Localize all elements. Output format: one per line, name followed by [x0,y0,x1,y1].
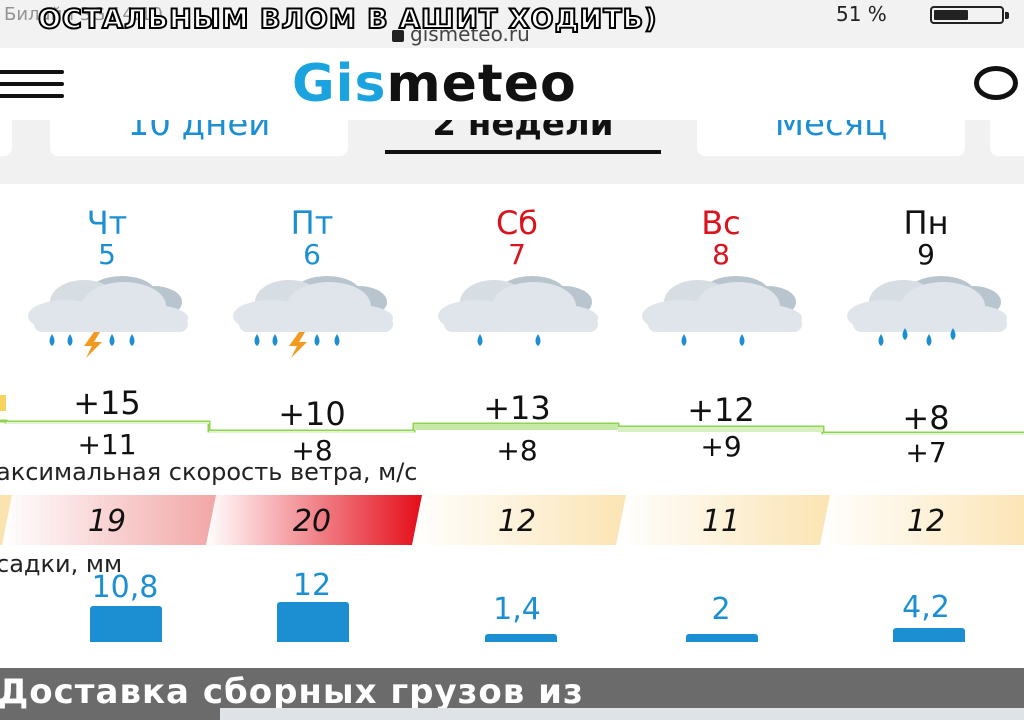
raindrop [681,334,687,346]
precipitation-value: 4,2 [902,590,950,625]
ad-banner[interactable]: Доставка сборных грузов из [0,668,1024,720]
tab-previous[interactable] [0,120,12,156]
day-header[interactable]: Вс 8 [618,206,824,270]
raindrop [272,334,278,346]
precipitation-value: 2 [711,592,731,627]
raindrop [314,334,320,346]
battery-icon [930,6,1009,24]
thunderstorm-icon [233,276,393,358]
precipitation-bar [893,628,965,642]
active-tab-underline [385,150,661,154]
day-number: 9 [917,238,935,271]
period-tabs: 10 дней 2 недели Месяц [0,120,1024,184]
temp-max: +13 [483,389,551,427]
temp-max: +8 [902,399,950,437]
rain-cloud-icon [847,276,1007,346]
day-number: 5 [98,238,116,271]
tab-next[interactable] [990,120,1024,156]
temp-max: +10 [278,395,346,433]
wind-speed: 20 [292,504,332,539]
raindrop [109,334,115,346]
raindrop [129,334,135,346]
raindrop [535,334,541,346]
wind-section-label: аксимальная скорость ветра, м/с [0,458,418,486]
thunderstorm-icon [28,276,188,358]
day-header[interactable]: Сб 7 [414,206,620,270]
lightning-bolt [289,332,307,358]
ad-title: Доставка сборных грузов из [0,672,584,712]
overlay-caption: ОСТАЛЬНЫМ ВЛОМ В АШИТ ХОДИТЬ) [37,3,658,36]
battery-percent: 51 % [836,2,887,26]
raindrop [49,334,55,346]
day-of-week: Пт [290,204,334,242]
wind-speed: 12 [906,504,946,539]
wind-speed: 11 [701,504,741,539]
precipitation-value: 12 [292,568,332,603]
lightning-bolt [84,332,102,358]
raindrop [254,334,260,346]
temp-min: +8 [496,434,538,467]
rain-cloud-icon [642,276,802,346]
precipitation-bar [277,602,349,642]
day-of-week: Пн [903,204,949,242]
day-of-week: Вс [701,204,741,242]
menu-icon[interactable] [0,70,64,98]
temp-max: +12 [687,391,755,429]
temp-max: +15 [73,384,141,422]
raindrop [878,334,884,346]
temp-min: +11 [77,428,137,461]
ad-image-strip [220,708,1024,720]
rain-cloud-icon [438,276,598,346]
battery-nub [1005,12,1009,19]
raindrop [739,334,745,346]
gismeteo-logo[interactable]: Gismeteo [292,54,577,114]
wind-speed: 12 [497,504,537,539]
precipitation-value: 10,8 [91,570,159,605]
wind-speed: 19 [87,504,127,539]
raindrop [334,334,340,346]
raindrop [926,334,932,346]
site-header: Gismeteo [0,48,1024,120]
temp-min: +9 [700,430,742,463]
precipitation-bar [90,606,162,642]
temp-min: +7 [905,436,947,469]
raindrop [477,334,483,346]
battery-fill [934,10,968,20]
day-number: 7 [508,238,526,271]
day-of-week: Сб [495,204,539,242]
status-bar: Билайн 3G 14:10 ОСТАЛЬНЫМ ВЛОМ В АШИТ ХО… [0,0,1024,48]
day-header[interactable]: Пт 6 [209,206,415,270]
day-header[interactable]: Пн 9 [823,206,1024,270]
day-header[interactable]: Чт 5 [4,206,210,270]
day-number: 8 [712,238,730,271]
precipitation-bar [686,634,758,642]
search-icon[interactable] [974,66,1018,100]
day-number: 6 [303,238,321,271]
precipitation-value: 1,4 [493,592,541,627]
precipitation-bar [485,634,557,642]
tab-month[interactable]: Месяц [697,120,965,156]
tab-10-days[interactable]: 10 дней [50,120,348,156]
day-of-week: Чт [86,204,128,242]
forecast-widget: Чт 5 Пт 6 Сб 7 Вс 8 Пн 9 +15 +10 +13 +12… [0,184,1024,648]
raindrop [67,334,73,346]
